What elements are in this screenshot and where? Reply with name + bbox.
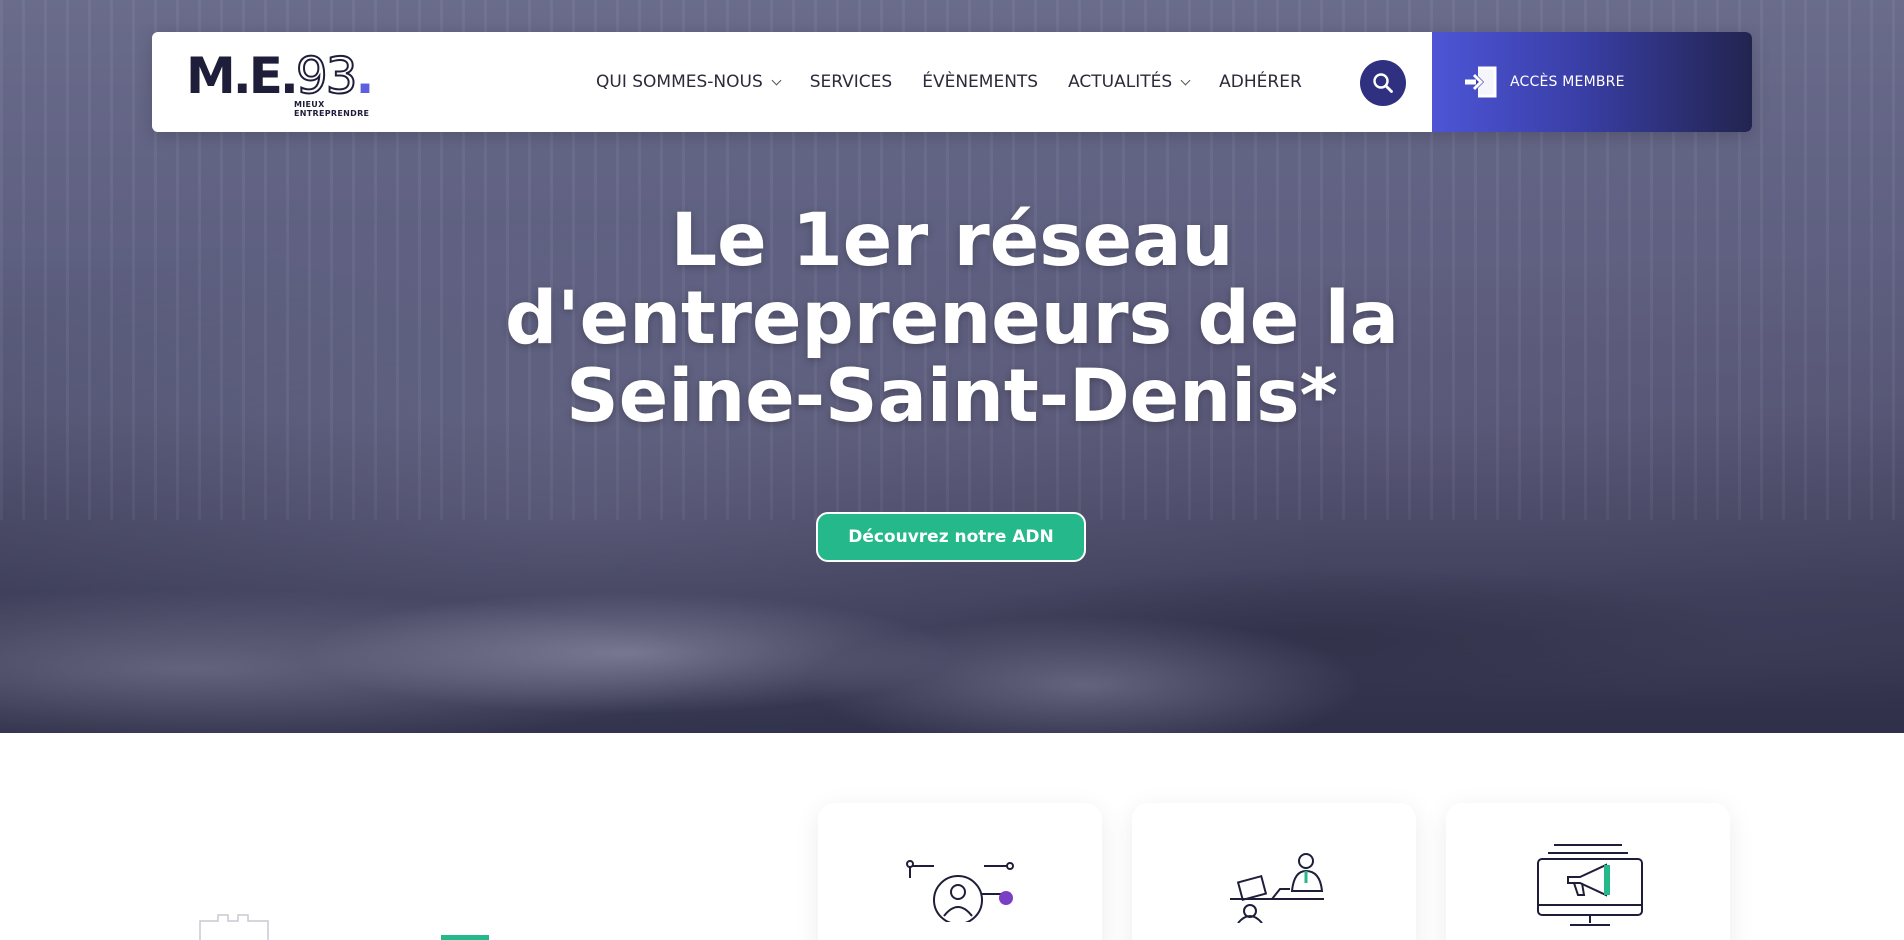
chevron-down-icon bbox=[1180, 75, 1191, 85]
logo-subtitle: MIEUX ENTREPRENDRE bbox=[294, 100, 369, 118]
accent-bar bbox=[441, 935, 489, 940]
monitor-megaphone-icon bbox=[1537, 844, 1643, 926]
hero-title: Le 1er réseau d'entrepreneurs de la Sein… bbox=[452, 202, 1452, 436]
logo-subtitle-line-2: ENTREPRENDRE bbox=[294, 109, 370, 118]
logo-number: 93 bbox=[295, 46, 359, 106]
hero-title-line-1: Le 1er réseau bbox=[670, 198, 1234, 283]
feature-card-communication[interactable] bbox=[1446, 803, 1730, 940]
nav-item-label: ÉVÈNEMENTS bbox=[922, 72, 1039, 92]
puzzle-outline-icon bbox=[199, 914, 269, 940]
nav-item-services[interactable]: SERVICES bbox=[810, 72, 892, 92]
member-access-label: ACCÈS MEMBRE bbox=[1510, 74, 1625, 90]
hero-title-line-2: d'entrepreneurs de la bbox=[504, 276, 1400, 361]
nav-item-evenements[interactable]: ÉVÈNEMENTS bbox=[922, 72, 1038, 92]
network-person-icon bbox=[906, 860, 1014, 922]
main-nav: QUI SOMMES-NOUS SERVICES ÉVÈNEMENTS ACTU… bbox=[596, 32, 1332, 132]
discover-adn-button[interactable]: Découvrez notre ADN bbox=[816, 512, 1086, 562]
nav-item-label: ACTUALITÉS bbox=[1068, 72, 1173, 92]
search-button[interactable] bbox=[1360, 60, 1406, 106]
logo-subtitle-line-1: MIEUX bbox=[294, 100, 325, 109]
feature-card-network[interactable] bbox=[818, 803, 1102, 940]
nav-item-actualites[interactable]: ACTUALITÉS bbox=[1068, 72, 1191, 92]
features-section bbox=[0, 733, 1904, 940]
nav-item-qui-sommes-nous[interactable]: QUI SOMMES-NOUS bbox=[596, 72, 782, 92]
nav-item-label: ADHÉRER bbox=[1219, 72, 1302, 92]
logo-letters: M.E. bbox=[186, 47, 299, 105]
login-icon bbox=[1465, 66, 1497, 98]
search-icon bbox=[1373, 73, 1393, 93]
coaching-desk-icon bbox=[1230, 853, 1324, 923]
logo-dot: . bbox=[355, 47, 375, 105]
nav-item-adherer[interactable]: ADHÉRER bbox=[1219, 72, 1302, 92]
hero-title-line-3: Seine-Saint-Denis* bbox=[566, 354, 1338, 439]
feature-card-coaching[interactable] bbox=[1132, 803, 1416, 940]
site-header: M.E.93. MIEUX ENTREPRENDRE QUI SOMMES-NO… bbox=[152, 32, 1752, 132]
site-logo[interactable]: M.E.93. MIEUX ENTREPRENDRE bbox=[186, 46, 376, 122]
member-access-button[interactable]: ACCÈS MEMBRE bbox=[1432, 32, 1752, 132]
nav-item-label: SERVICES bbox=[809, 72, 893, 92]
chevron-down-icon bbox=[771, 75, 782, 85]
logo-wordmark: M.E.93. bbox=[186, 46, 375, 106]
nav-item-label: QUI SOMMES-NOUS bbox=[596, 72, 763, 92]
